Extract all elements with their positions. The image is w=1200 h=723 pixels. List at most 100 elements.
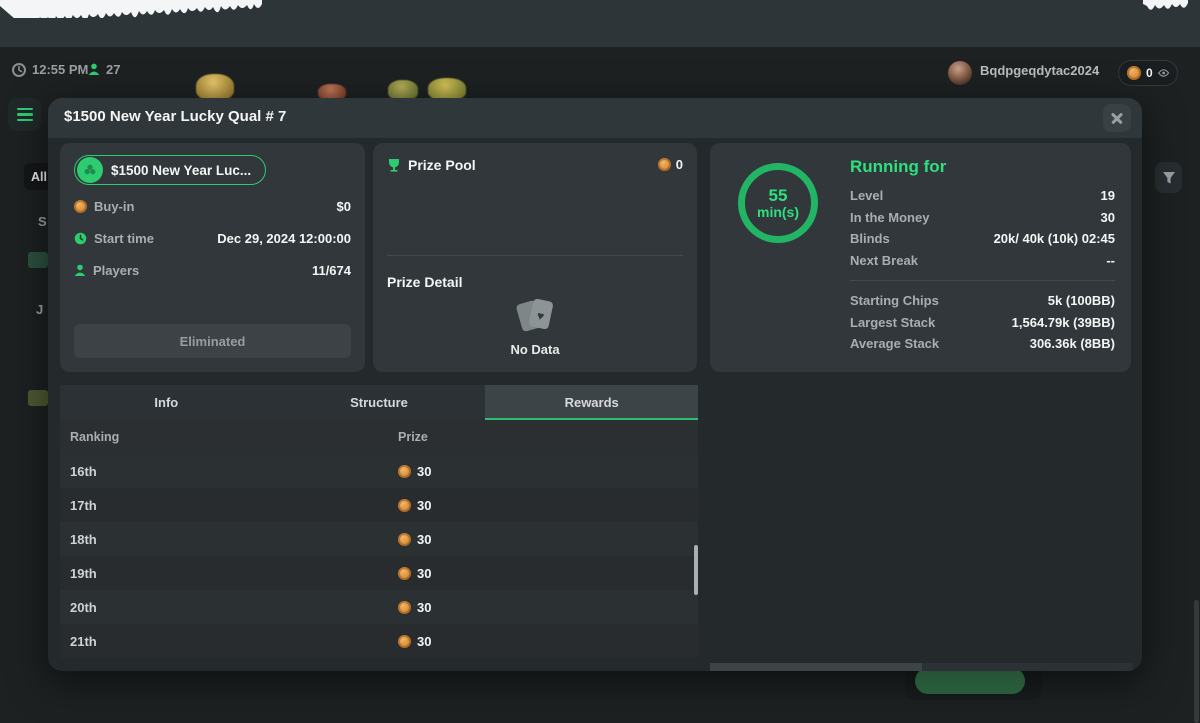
empty-cards-icon: ♥: [515, 298, 555, 334]
reward-prize: 30: [417, 498, 431, 513]
trophy-image: [388, 80, 418, 100]
reward-prize: 30: [417, 634, 431, 649]
players-row: Players 11/674: [74, 263, 351, 278]
filter-button[interactable]: [1155, 162, 1182, 193]
level-label: Level: [850, 188, 883, 203]
eliminated-button[interactable]: Eliminated: [74, 324, 351, 358]
next-break-value: --: [1106, 253, 1115, 268]
reward-row: 16th 30: [60, 454, 698, 488]
prize-pool-title: Prize Pool: [408, 157, 476, 173]
players-value: 11/674: [312, 263, 351, 278]
buyin-value: $0: [337, 199, 351, 214]
rewards-section: Info Structure Rewards Ranking Prize 16t…: [60, 385, 698, 663]
reward-ranking: 17th: [70, 498, 97, 513]
coin-icon: [398, 567, 411, 580]
coin-balance: 0: [1146, 66, 1153, 80]
trophy-image: [428, 78, 466, 100]
reward-prize: 30: [417, 532, 431, 547]
start-time-row: Start time Dec 29, 2024 12:00:00: [74, 231, 351, 246]
close-button[interactable]: [1103, 104, 1131, 132]
online-count-widget: 27: [88, 62, 120, 77]
divider: [850, 280, 1115, 281]
tournament-detail-modal: $1500 New Year Lucky Qual # 7 $1500 New …: [48, 98, 1142, 671]
itm-value: 30: [1101, 210, 1115, 225]
running-minutes-unit: min(s): [757, 204, 799, 220]
players-section: Players Tables Ranking Name Chips Re-Buy…: [710, 663, 1133, 671]
coin-icon: [74, 200, 87, 213]
blinds-value: 20k/ 40k (10k) 02:45: [994, 231, 1115, 246]
prize-detail-label: Prize Detail: [387, 274, 462, 290]
username: Bqdpgeqdytac2024: [980, 63, 1099, 78]
topbar: 12:55 PM 27 Bqdpgeqdytac2024 0: [0, 55, 1200, 91]
no-data-label: No Data: [510, 342, 559, 357]
avatar[interactable]: [948, 61, 972, 85]
running-for-heading: Running for: [850, 157, 1115, 177]
tab-players[interactable]: Players: [710, 663, 922, 671]
reward-ranking: 21th: [70, 634, 97, 649]
rewards-ranking-header: Ranking: [70, 430, 119, 444]
filter-all-label: All: [31, 170, 47, 184]
largest-stack-label: Largest Stack: [850, 315, 935, 330]
wallet-balance[interactable]: 0: [1118, 60, 1178, 86]
menu-button[interactable]: [8, 98, 41, 131]
reward-row: 19th 30: [60, 556, 698, 590]
start-time-label: Start time: [94, 231, 154, 246]
players-icon: [74, 264, 86, 277]
tab-info[interactable]: Info: [60, 385, 273, 420]
no-data-block: ♥ No Data: [373, 298, 697, 357]
reward-ranking: 18th: [70, 532, 97, 547]
coin-icon: [658, 158, 671, 171]
next-break-label: Next Break: [850, 253, 918, 268]
buyin-row: Buy-in $0: [74, 199, 351, 214]
prize-pool-card: Prize Pool 0 Prize Detail ♥ No Data: [373, 143, 697, 372]
divider: [387, 255, 683, 256]
tournament-info-card: $1500 New Year Luc... Buy-in $0 Start ti…: [60, 143, 365, 372]
background-thumbnail: [28, 390, 48, 406]
snow-decoration: [1143, 0, 1188, 14]
page-scrollbar[interactable]: [1194, 600, 1199, 723]
tournament-logo-icon: [77, 157, 103, 183]
background-list-item: S: [38, 214, 47, 229]
itm-label: In the Money: [850, 210, 929, 225]
largest-stack-value: 1,564.79k (39BB): [1012, 315, 1115, 330]
reward-ranking: 20th: [70, 600, 97, 615]
starting-chips-value: 5k (100BB): [1048, 293, 1115, 308]
running-timer-ring: 55 min(s): [738, 163, 818, 243]
reward-row: 18th 30: [60, 522, 698, 556]
tab-tables[interactable]: Tables: [922, 663, 1134, 671]
prize-pool-value-wrap: 0: [658, 157, 683, 172]
running-minutes: 55: [769, 187, 788, 204]
start-time-value: Dec 29, 2024 12:00:00: [217, 231, 351, 246]
trophy-icon: [387, 158, 401, 173]
reward-prize: 30: [417, 600, 431, 615]
background-list-item: J: [36, 302, 43, 317]
reward-ranking: 19th: [70, 566, 97, 581]
players-label: Players: [93, 263, 139, 278]
current-time: 12:55 PM: [32, 62, 88, 77]
left-tabs: Info Structure Rewards: [60, 385, 698, 420]
buyin-label: Buy-in: [94, 199, 134, 214]
modal-titlebar: $1500 New Year Lucky Qual # 7: [48, 98, 1142, 138]
coin-icon: [398, 499, 411, 512]
funnel-icon: [1162, 171, 1176, 185]
starting-chips-label: Starting Chips: [850, 293, 939, 308]
players-online-icon: [88, 63, 100, 76]
coin-icon: [398, 635, 411, 648]
background-action-button[interactable]: [915, 668, 1025, 694]
tab-structure[interactable]: Structure: [273, 385, 486, 420]
reward-row: 17th 30: [60, 488, 698, 522]
trophy-image: [196, 74, 234, 100]
tab-rewards[interactable]: Rewards: [485, 385, 698, 420]
blinds-label: Blinds: [850, 231, 890, 246]
eye-icon[interactable]: [1158, 67, 1169, 79]
snow-decoration: [0, 0, 262, 18]
coin-icon: [398, 533, 411, 546]
tournament-pill[interactable]: $1500 New Year Luc...: [74, 155, 266, 185]
rewards-scrollbar[interactable]: [694, 545, 698, 595]
reward-prize: 30: [417, 464, 431, 479]
modal-title: $1500 New Year Lucky Qual # 7: [64, 108, 286, 125]
reward-ranking: 16th: [70, 464, 97, 479]
level-value: 19: [1101, 188, 1115, 203]
prize-pool-value: 0: [676, 157, 683, 172]
status-rows: Running for Level 19 In the Money 30 Blind…: [850, 157, 1115, 355]
